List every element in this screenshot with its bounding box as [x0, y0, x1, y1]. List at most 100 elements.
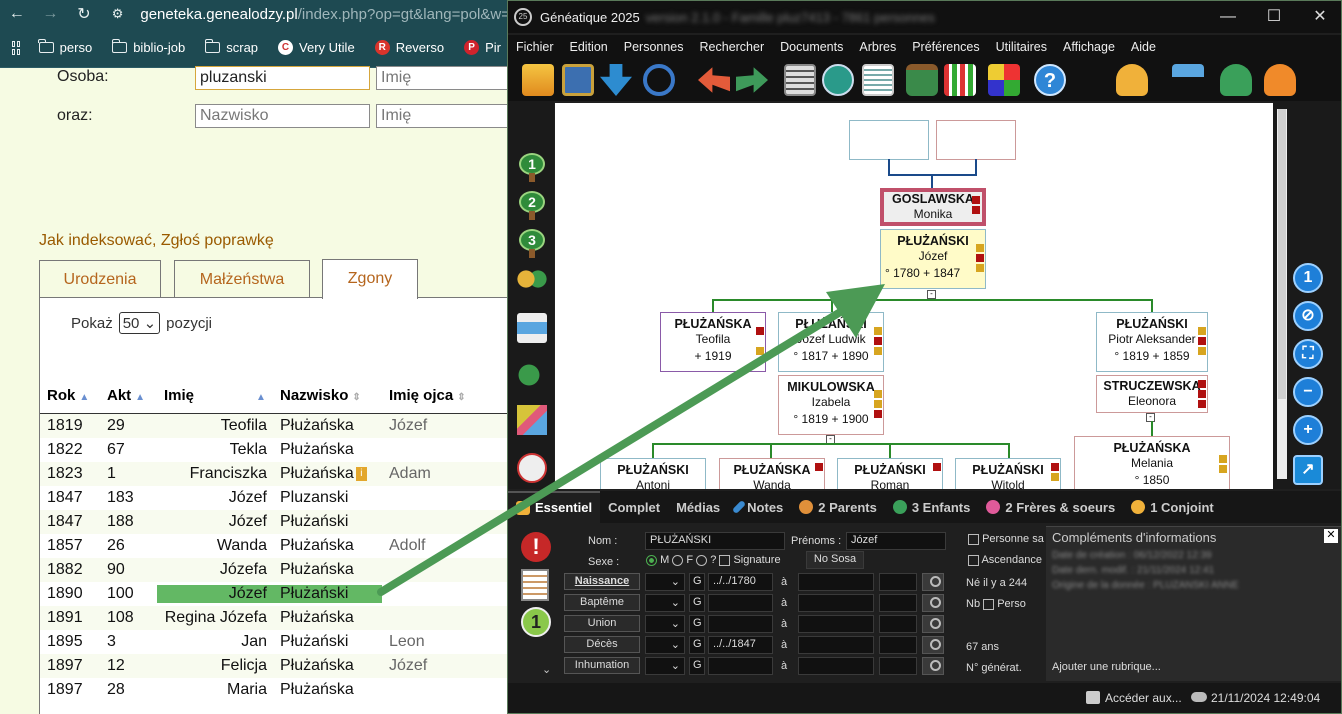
table-row[interactable]: 1891 108 Regina Józefa Płużańska	[40, 606, 510, 630]
person-pluzanska-melania[interactable]: PŁUŻAŃSKA Melania ° 1850	[1074, 436, 1230, 489]
person-struczewska-eleonora[interactable]: STRUCZEWSKA Eleonora	[1096, 375, 1208, 413]
event-1-extra[interactable]	[879, 594, 917, 612]
bookmark-very-utile[interactable]: C Very Utile	[269, 40, 364, 55]
expand-more-icon[interactable]: ⌄	[542, 663, 551, 676]
location-pin-icon[interactable]	[922, 594, 944, 612]
person-pluzanski-antoni[interactable]: PŁUŻAŃSKI Antoni	[600, 458, 706, 489]
event-1-calendar[interactable]: G	[689, 594, 705, 612]
menu-arbres[interactable]: Arbres	[851, 40, 904, 54]
event-0-qualifier[interactable]: ⌄	[645, 573, 685, 591]
event-0-date[interactable]: ../../1780	[708, 573, 773, 591]
menu-documents[interactable]: Documents	[772, 40, 851, 54]
ascendance-checkbox[interactable]	[968, 554, 979, 566]
tab-conjoint[interactable]: 1 Conjoint	[1123, 500, 1222, 515]
zoom-out-icon[interactable]: −	[1293, 377, 1323, 407]
event-3-date[interactable]: ../../1847	[708, 636, 773, 654]
perso-checkbox[interactable]	[983, 598, 995, 610]
signature-checkbox[interactable]	[719, 554, 731, 566]
tree-style-icon[interactable]	[517, 405, 547, 435]
info-icon[interactable]: i	[355, 466, 367, 481]
tree-gen1-icon[interactable]: 1	[519, 153, 545, 183]
event-3-calendar[interactable]: G	[689, 636, 705, 654]
report-correction-link[interactable]: Zgłoś poprawkę	[161, 232, 274, 249]
person-pluzanska-teofila[interactable]: PŁUŻAŃSKA Teofila + 1919	[660, 312, 766, 372]
tree-gen3-icon[interactable]: 3	[519, 229, 545, 259]
tab-freres-soeurs[interactable]: 2 Frères & soeurs	[978, 500, 1123, 515]
menu-personnes[interactable]: Personnes	[616, 40, 692, 54]
table-row[interactable]: 1819 29 Teofila Płużańska Józef	[40, 414, 510, 438]
header-imie[interactable]: Imię ▲	[157, 387, 273, 404]
menu-preferences[interactable]: Préférences	[904, 40, 987, 54]
event-1-qualifier[interactable]: ⌄	[645, 594, 685, 612]
event-4-qualifier[interactable]: ⌄	[645, 657, 685, 675]
location-pin-icon[interactable]	[922, 615, 944, 633]
menu-utilitaires[interactable]: Utilitaires	[988, 40, 1055, 54]
close-icon[interactable]: ✕	[1324, 529, 1338, 543]
header-rok[interactable]: Rok ▲	[40, 387, 100, 404]
report-icon[interactable]	[862, 64, 894, 96]
header-akt[interactable]: Akt ▲	[100, 387, 157, 404]
back-icon[interactable]: ←	[0, 5, 34, 23]
help-icon[interactable]: ?	[1034, 64, 1066, 96]
indexing-link[interactable]: Jak indeksować	[39, 232, 152, 249]
oraz-surname-input[interactable]: Nazwisko	[195, 104, 370, 128]
event-2-date[interactable]	[708, 615, 773, 633]
access-menu[interactable]: Accéder aux...	[1105, 691, 1182, 705]
zoom-fit-icon[interactable]: ⛶	[1293, 339, 1323, 369]
bookmark-perso[interactable]: perso	[30, 39, 102, 55]
event-4-extra[interactable]	[879, 657, 917, 675]
mosaic-icon[interactable]	[988, 64, 1020, 96]
reload-icon[interactable]: ↻	[67, 4, 101, 24]
event-3-place[interactable]	[798, 636, 874, 654]
keyboard-icon[interactable]	[784, 64, 816, 96]
maximize-icon[interactable]: ☐	[1251, 1, 1297, 33]
undo-icon[interactable]	[698, 67, 730, 93]
close-icon[interactable]: ✕	[1297, 1, 1341, 33]
briefcase-icon[interactable]	[906, 64, 938, 96]
person-up-icon[interactable]	[1220, 64, 1252, 96]
link-icon[interactable]	[643, 64, 675, 96]
person-pluzanski-piotr[interactable]: PŁUŻAŃSKI Piotr Aleksander ° 1819 + 1859	[1096, 312, 1208, 372]
tab-malzenstwa[interactable]: Małżeństwa	[174, 260, 310, 298]
menu-edition[interactable]: Edition	[562, 40, 616, 54]
osoba-surname-input[interactable]: pluzanski	[195, 66, 370, 90]
tree-scrollbar[interactable]	[1277, 109, 1287, 479]
navigation-icon[interactable]	[517, 453, 547, 483]
table-row[interactable]: 1882 90 Józefa Płużańska	[40, 558, 510, 582]
redo-icon[interactable]	[736, 67, 768, 93]
event-2-qualifier[interactable]: ⌄	[645, 615, 685, 633]
personne-checkbox[interactable]	[968, 533, 979, 545]
person-pluzanska-wanda[interactable]: PŁUŻAŃSKA Wanda	[719, 458, 825, 489]
tree-gen2-icon[interactable]: 2	[519, 191, 545, 221]
table-row[interactable]: 1897 28 Maria Płużańska	[40, 678, 510, 702]
zoom-no-icon[interactable]: ⊘	[1293, 301, 1323, 331]
no-sosa-button[interactable]: No Sosa	[806, 551, 864, 569]
event-2-place[interactable]	[798, 615, 874, 633]
url-text[interactable]: geneteka.genealodzy.pl/index.php?op=gt&l…	[140, 6, 510, 23]
person-pluzanski-jozef[interactable]: PŁUŻAŃSKI Józef ° 1780 + 1847	[880, 229, 986, 289]
sex-unknown-radio[interactable]	[696, 554, 708, 566]
event-4-date[interactable]	[708, 657, 773, 675]
event-2-calendar[interactable]: G	[689, 615, 705, 633]
apps-icon[interactable]	[12, 40, 20, 55]
menu-rechercher[interactable]: Rechercher	[692, 40, 773, 54]
tab-complet[interactable]: Complet	[600, 500, 668, 515]
open-folder-icon[interactable]	[522, 64, 554, 96]
page-size-select[interactable]: 50 ⌄	[118, 312, 161, 334]
empty-father-box[interactable]	[849, 120, 929, 160]
tab-zgony[interactable]: Zgony	[322, 259, 418, 299]
generation-one-icon[interactable]: 1	[521, 607, 551, 637]
save-icon[interactable]	[562, 64, 594, 96]
event-1-place[interactable]	[798, 594, 874, 612]
person-goslawska-monika[interactable]: GOSLAWSKA Monika	[880, 188, 986, 226]
event-1-button[interactable]: Baptême	[564, 594, 640, 611]
person-pluzanski-roman[interactable]: PŁUŻAŃSKI Roman	[837, 458, 943, 489]
add-rubric-link[interactable]: Ajouter une rubrique...	[1052, 661, 1161, 673]
minimize-icon[interactable]: —	[1205, 1, 1251, 33]
event-3-qualifier[interactable]: ⌄	[645, 636, 685, 654]
tree-view-icon[interactable]	[1172, 64, 1204, 96]
tab-essentiel[interactable]: Essentiel	[508, 491, 601, 523]
tree-delete-icon[interactable]	[517, 363, 547, 393]
event-1-date[interactable]	[708, 594, 773, 612]
event-2-button[interactable]: Union	[564, 615, 640, 632]
